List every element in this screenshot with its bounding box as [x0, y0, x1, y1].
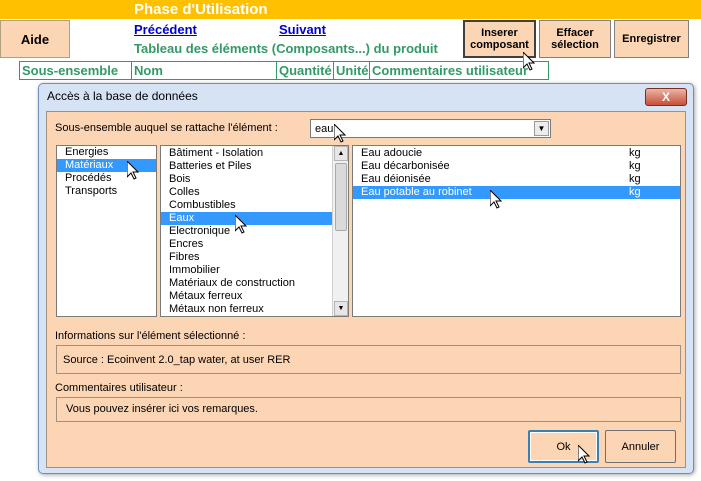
- list-item[interactable]: Eau potable au robinet kg: [353, 186, 680, 199]
- previous-link[interactable]: Précédent: [134, 22, 197, 37]
- list-item-name: Eau potable au robinet: [361, 186, 472, 198]
- comments-text: Vous pouvez insérer ici vos remarques.: [66, 403, 258, 415]
- list-item[interactable]: Energies: [57, 146, 156, 159]
- list-item-unit: kg: [629, 147, 641, 159]
- sheet-banner: [0, 0, 701, 19]
- list-item[interactable]: Electronique: [161, 225, 348, 238]
- list-item-name: Eau décarbonisée: [361, 160, 450, 172]
- list-item[interactable]: Immobilier: [161, 264, 348, 277]
- list-item[interactable]: Matériaux: [57, 159, 156, 172]
- column-header-comments: Commentaires utilisateur: [372, 63, 529, 78]
- subset-label: Sous-ensemble auquel se rattache l'éléme…: [55, 122, 278, 134]
- subset-combobox-value: eau: [315, 122, 334, 135]
- column-header-quantity: Quantité: [277, 62, 334, 79]
- subcategory-scrollbar[interactable]: ▲ ▼: [332, 146, 348, 316]
- subcategory-listbox[interactable]: Bâtiment - Isolation Batteries et Piles Bo…: [160, 145, 349, 317]
- table-header-row: Sous-ensemble Nom Quantité Unité Comment…: [19, 61, 549, 80]
- close-icon: X: [661, 90, 670, 104]
- list-item[interactable]: Encres: [161, 238, 348, 251]
- dialog-body: Sous-ensemble auquel se rattache l'éléme…: [46, 111, 686, 468]
- save-button[interactable]: Enregistrer: [614, 20, 689, 58]
- info-text: Source : Ecoinvent 2.0_tap water, at use…: [63, 354, 291, 366]
- list-item[interactable]: Colles: [161, 186, 348, 199]
- comments-label: Commentaires utilisateur :: [55, 382, 183, 394]
- list-item[interactable]: Eaux: [161, 212, 348, 225]
- list-item[interactable]: Batteries et Piles: [161, 160, 348, 173]
- list-item[interactable]: Eau adoucie kg: [353, 147, 680, 160]
- help-button[interactable]: Aide: [0, 20, 70, 58]
- next-link[interactable]: Suivant: [279, 22, 326, 37]
- list-item[interactable]: Combustibles: [161, 199, 348, 212]
- list-item-name: Eau adoucie: [361, 147, 423, 159]
- list-item[interactable]: Eau déionisée kg: [353, 173, 680, 186]
- insert-component-button[interactable]: Inserer composant: [463, 20, 536, 58]
- sheet-title: Phase d'Utilisation: [134, 1, 268, 18]
- list-item-unit: kg: [629, 186, 641, 198]
- subset-combobox[interactable]: eau ▼: [310, 119, 551, 138]
- column-header-subset: Sous-ensemble: [20, 62, 132, 79]
- list-item[interactable]: Métaux non ferreux: [161, 303, 348, 316]
- scroll-up-icon[interactable]: ▲: [334, 146, 348, 161]
- list-item-name: Eau déionisée: [361, 173, 431, 185]
- category-listbox[interactable]: Energies Matériaux Procédés Transports: [56, 145, 157, 317]
- list-item[interactable]: Métaux ferreux: [161, 290, 348, 303]
- clear-selection-button[interactable]: Effacer sélection: [539, 20, 611, 58]
- info-box: Source : Ecoinvent 2.0_tap water, at use…: [56, 345, 681, 374]
- list-item[interactable]: Matériaux de construction: [161, 277, 348, 290]
- list-item[interactable]: Transports: [57, 185, 156, 198]
- list-item[interactable]: Procédés: [57, 172, 156, 185]
- list-item[interactable]: Fibres: [161, 251, 348, 264]
- close-button[interactable]: X: [645, 88, 687, 106]
- info-label: Informations sur l'élément sélectionné :: [55, 330, 246, 342]
- scrollbar-thumb[interactable]: [335, 163, 347, 231]
- list-item[interactable]: Eau décarbonisée kg: [353, 160, 680, 173]
- dialog-title: Accès à la base de données: [47, 89, 198, 103]
- chevron-down-icon[interactable]: ▼: [534, 121, 549, 136]
- cancel-button[interactable]: Annuler: [605, 430, 676, 463]
- database-dialog: Accès à la base de données X Sous-ensemb…: [38, 83, 694, 474]
- column-header-unit: Unité: [336, 62, 370, 79]
- list-item[interactable]: Bois: [161, 173, 348, 186]
- list-item-unit: kg: [629, 160, 641, 172]
- column-header-name: Nom: [132, 62, 277, 79]
- scroll-down-icon[interactable]: ▼: [334, 301, 348, 316]
- ok-button[interactable]: Ok: [528, 430, 599, 463]
- comments-box[interactable]: Vous pouvez insérer ici vos remarques.: [56, 397, 681, 422]
- element-listbox[interactable]: Eau adoucie kg Eau décarbonisée kg Eau déion…: [352, 145, 681, 317]
- list-item[interactable]: Bâtiment - Isolation: [161, 147, 348, 160]
- list-item-unit: kg: [629, 173, 641, 185]
- table-heading: Tableau des éléments (Composants...) du …: [134, 41, 438, 56]
